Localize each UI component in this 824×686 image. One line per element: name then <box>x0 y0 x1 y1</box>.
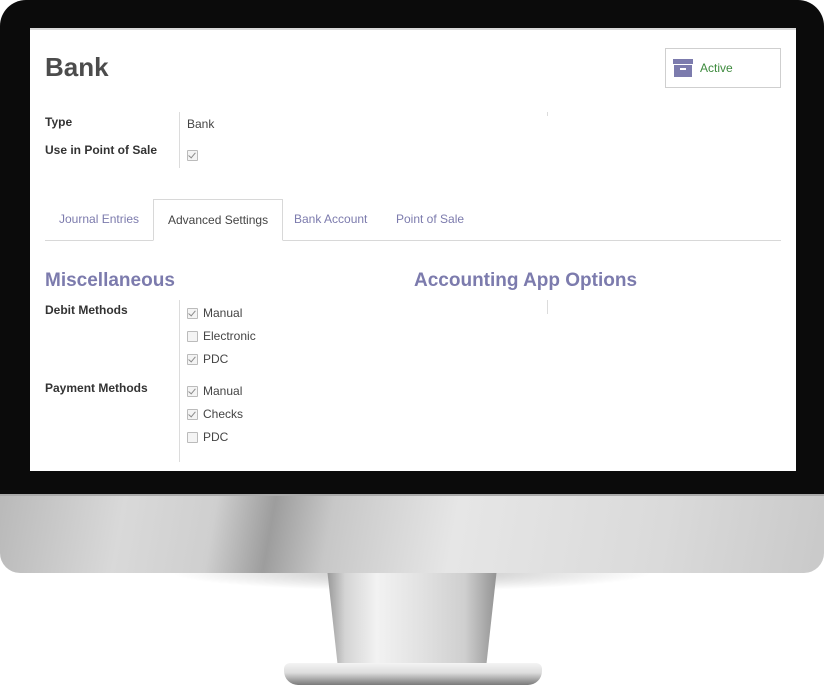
debit-electronic-label: Electronic <box>203 329 256 343</box>
field-divider <box>179 112 180 168</box>
screen: Bank Active Type Bank Use in Point of Sa… <box>30 28 796 471</box>
payment-checks-checkbox[interactable] <box>187 408 198 420</box>
status-label: Active <box>700 61 733 75</box>
archive-icon <box>673 58 693 78</box>
column-divider-2 <box>547 300 548 314</box>
tab-advanced-settings[interactable]: Advanced Settings <box>153 199 284 241</box>
type-label: Type <box>45 115 73 129</box>
pos-checkbox[interactable] <box>187 150 198 162</box>
payment-option-pdc[interactable]: PDC <box>187 430 228 444</box>
payment-checks-label: Checks <box>203 407 244 421</box>
debit-option-manual[interactable]: Manual <box>187 306 242 320</box>
payment-option-manual[interactable]: Manual <box>187 384 242 398</box>
methods-divider <box>179 300 180 462</box>
pos-label: Use in Point of Sale <box>45 143 158 157</box>
pos-checkbox-wrap <box>187 147 198 165</box>
debit-option-electronic[interactable]: Electronic <box>187 329 256 343</box>
payment-methods-label: Payment Methods <box>45 381 148 395</box>
type-value[interactable]: Bank <box>187 117 214 131</box>
monitor-chin <box>0 494 824 573</box>
debit-manual-checkbox[interactable] <box>187 307 198 319</box>
debit-pdc-checkbox[interactable] <box>187 353 198 365</box>
payment-pdc-checkbox[interactable] <box>187 431 198 443</box>
tab-journal-entries[interactable]: Journal Entries <box>45 199 153 240</box>
active-status-button[interactable]: Active <box>665 48 781 88</box>
miscellaneous-heading: Miscellaneous <box>45 270 175 291</box>
debit-option-pdc[interactable]: PDC <box>187 352 228 366</box>
column-divider <box>547 112 548 116</box>
payment-manual-checkbox[interactable] <box>187 385 198 397</box>
tab-bar: Journal Entries Advanced Settings Bank A… <box>45 199 781 241</box>
tab-bank-account[interactable]: Bank Account <box>280 199 381 240</box>
payment-pdc-label: PDC <box>203 430 229 444</box>
payment-manual-label: Manual <box>203 384 243 398</box>
record-title: Bank <box>45 52 109 82</box>
debit-electronic-checkbox[interactable] <box>187 330 198 342</box>
payment-option-checks[interactable]: Checks <box>187 407 243 421</box>
monitor-stand-base <box>284 663 542 685</box>
accounting-options-heading: Accounting App Options <box>414 270 638 291</box>
screen-top-border <box>30 28 796 30</box>
tab-point-of-sale[interactable]: Point of Sale <box>382 199 478 240</box>
debit-pdc-label: PDC <box>203 352 229 366</box>
debit-methods-label: Debit Methods <box>45 303 128 317</box>
debit-manual-label: Manual <box>203 306 243 320</box>
monitor-stand-neck <box>327 573 497 669</box>
